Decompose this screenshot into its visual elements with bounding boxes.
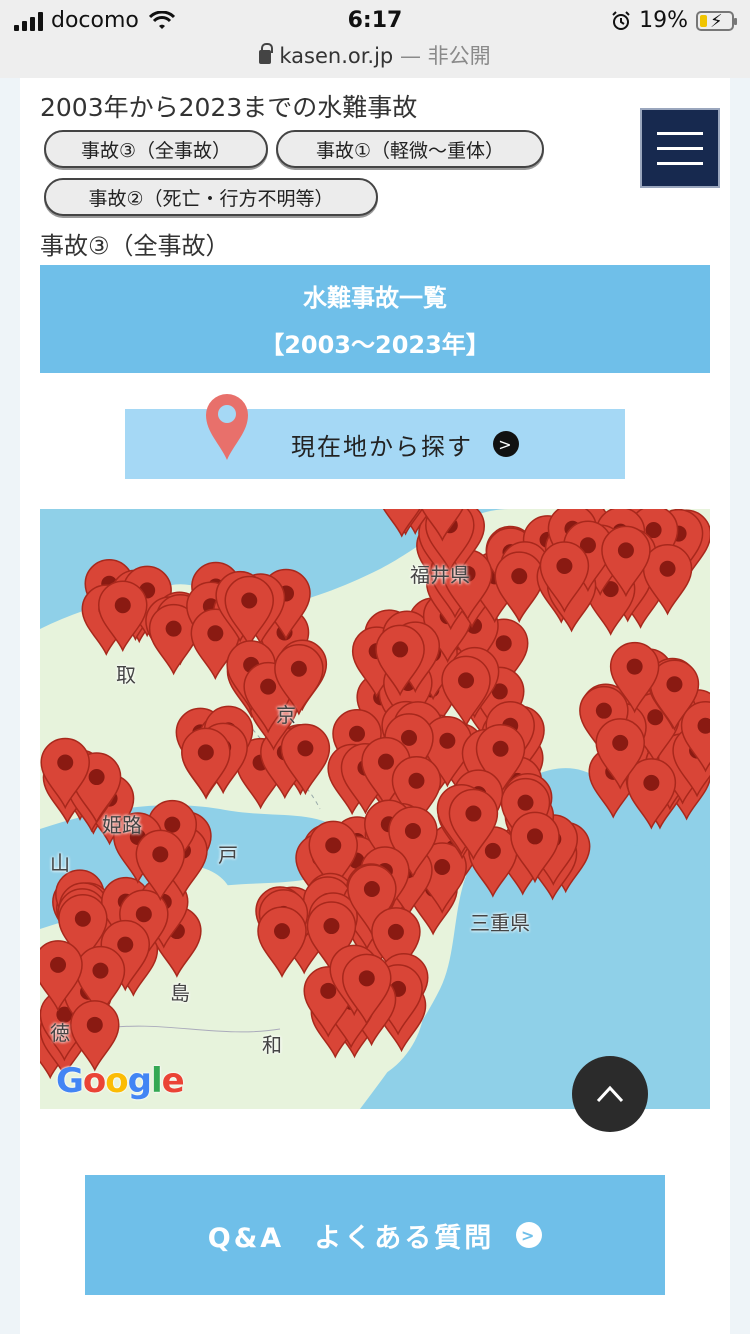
faq-button[interactable]: Q&A よくある質問 > bbox=[85, 1175, 665, 1295]
battery-percent: 19% bbox=[639, 8, 688, 33]
lock-icon bbox=[259, 43, 274, 64]
url-text: kasen.or.jp bbox=[279, 44, 394, 68]
accident-map[interactable]: 福井県 取 京 姫路 山 戸 三重県 島 徳 和 Google bbox=[40, 509, 710, 1109]
map-label-shima: 島 bbox=[170, 981, 190, 1005]
page-heading: 2003年から2023までの水難事故 bbox=[40, 93, 418, 122]
status-right: 19% ⚡ bbox=[611, 8, 737, 33]
map-label-fukui: 福井県 bbox=[410, 563, 470, 587]
map-label-himeji: 姫路 bbox=[102, 813, 142, 837]
chevron-right-icon: > bbox=[493, 431, 519, 457]
hamburger-menu-button[interactable] bbox=[640, 108, 720, 188]
filter-death-missing[interactable]: 事故②（死亡・行方不明等） bbox=[44, 178, 378, 216]
map-label-okayama: 山 bbox=[50, 851, 70, 875]
chevron-right-icon: > bbox=[516, 1222, 543, 1248]
scroll-to-top-button[interactable] bbox=[572, 1056, 648, 1132]
map-label-wakayama: 和 bbox=[262, 1033, 282, 1057]
page-frame-left bbox=[0, 78, 20, 1334]
map-label-kobe: 戸 bbox=[218, 843, 238, 867]
map-label-mie: 三重県 bbox=[470, 911, 530, 935]
map-pin-icon bbox=[206, 394, 248, 460]
filter-all-accidents[interactable]: 事故③（全事故） bbox=[44, 130, 268, 168]
map-label-kyoto: 京 bbox=[276, 703, 296, 727]
section-label: 事故③（全事故） bbox=[40, 232, 230, 260]
faq-label: Q&A よくある質問 bbox=[207, 1222, 495, 1254]
alarm-icon bbox=[612, 10, 630, 30]
status-bar: docomo 6:17 19% ⚡ kasen.or.jp — 非公開 bbox=[0, 0, 750, 78]
locate-label: 現在地から探す bbox=[291, 432, 473, 461]
google-logo: Google bbox=[56, 1061, 185, 1101]
page-frame-right bbox=[730, 78, 750, 1334]
filter-minor-serious[interactable]: 事故①（軽微〜重体） bbox=[276, 130, 544, 168]
banner-years: 【2003〜2023年】 bbox=[260, 331, 490, 359]
battery-icon: ⚡ bbox=[696, 10, 737, 32]
locate-button[interactable]: 現在地から探す > bbox=[125, 409, 625, 479]
map-label-tottori: 取 bbox=[116, 663, 136, 687]
hamburger-icon bbox=[657, 131, 703, 135]
banner-title: 水難事故一覧 bbox=[303, 284, 447, 312]
url-bar[interactable]: kasen.or.jp — 非公開 bbox=[0, 40, 750, 70]
chevron-up-icon bbox=[596, 1085, 624, 1103]
title-banner: 水難事故一覧 【2003〜2023年】 bbox=[40, 265, 710, 373]
map-label-tokushima: 徳 bbox=[50, 1021, 70, 1045]
privacy-label: — 非公開 bbox=[399, 44, 491, 68]
